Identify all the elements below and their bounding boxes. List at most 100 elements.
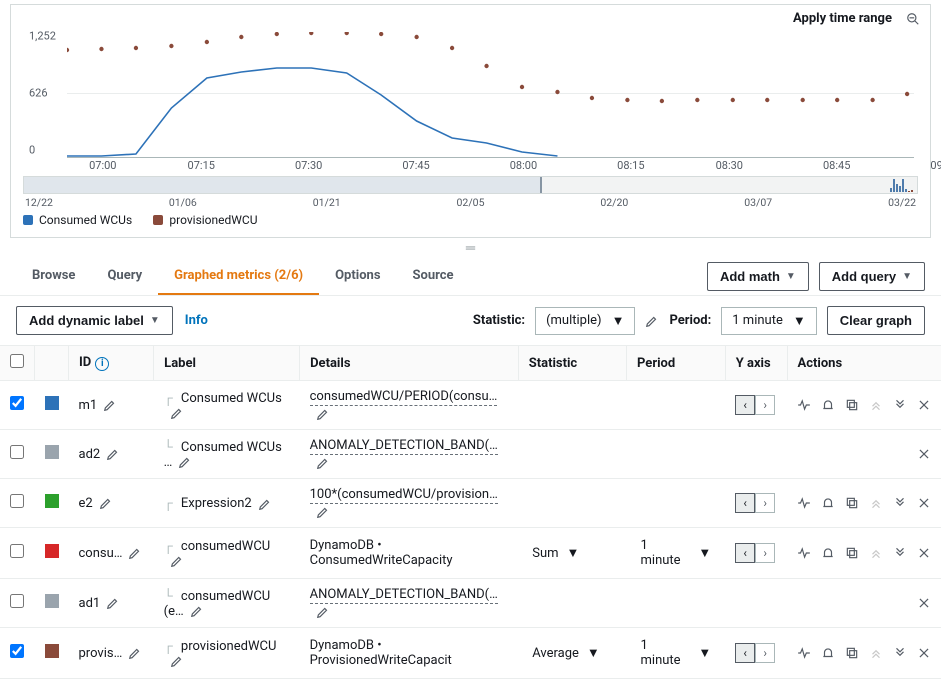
tree-branch-icon: ┌	[164, 390, 178, 406]
edit-label-icon[interactable]	[170, 406, 184, 421]
time-navigator-selection[interactable]	[24, 177, 542, 193]
edit-label-icon[interactable]	[178, 455, 192, 470]
row-checkbox[interactable]	[10, 396, 24, 410]
y-axis-right-button[interactable]: ›	[755, 493, 775, 513]
tree-branch-icon: └	[164, 588, 178, 604]
apply-time-range-link[interactable]: Apply time range	[793, 11, 892, 26]
controls-row: Add dynamic label▼ Info Statistic: (mult…	[0, 296, 941, 346]
remove-icon[interactable]	[917, 496, 931, 511]
info-link[interactable]: Info	[185, 313, 208, 328]
move-up-icon[interactable]	[869, 546, 883, 561]
row-actions	[797, 546, 931, 561]
legend-item[interactable]: Consumed WCUs	[23, 213, 132, 227]
row-checkbox[interactable]	[10, 445, 24, 459]
row-checkbox[interactable]	[10, 544, 24, 558]
duplicate-icon[interactable]	[845, 546, 859, 561]
move-down-icon[interactable]	[893, 398, 907, 413]
move-down-icon[interactable]	[893, 546, 907, 561]
alarm-icon[interactable]	[821, 646, 835, 661]
main-chart[interactable]: 1,252 626 0 07:00 07:15 07:30 07:45 08:0…	[23, 28, 918, 158]
y-tick: 0	[29, 144, 35, 157]
alarm-icon[interactable]	[821, 496, 835, 511]
remove-icon[interactable]	[917, 646, 931, 661]
tab-options[interactable]: Options	[319, 258, 396, 295]
y-axis-right-button[interactable]: ›	[755, 643, 775, 663]
statistic-select[interactable]: Average▼	[528, 643, 604, 663]
clear-graph-button[interactable]: Clear graph	[827, 306, 925, 335]
duplicate-icon[interactable]	[845, 398, 859, 413]
zoom-out-icon[interactable]	[906, 11, 920, 26]
y-axis-left-button[interactable]: ‹	[735, 493, 755, 513]
col-yaxis: Y axis	[725, 346, 787, 381]
series-color-swatch[interactable]	[45, 594, 59, 608]
edit-details-icon[interactable]	[316, 406, 330, 421]
tab-query[interactable]: Query	[91, 258, 158, 295]
info-icon[interactable]: i	[95, 357, 109, 371]
remove-icon[interactable]	[917, 447, 931, 462]
tab-browse[interactable]: Browse	[16, 258, 91, 295]
row-checkbox[interactable]	[10, 594, 24, 608]
metric-details: DynamoDB • ConsumedWriteCapacity	[310, 538, 453, 568]
series-color-swatch[interactable]	[45, 445, 59, 459]
series-color-swatch[interactable]	[45, 494, 59, 508]
edit-id-icon[interactable]	[128, 546, 142, 561]
statistic-select[interactable]: (multiple)▼	[535, 307, 635, 335]
y-axis-right-button[interactable]: ›	[755, 543, 775, 563]
row-checkbox[interactable]	[10, 644, 24, 658]
remove-icon[interactable]	[917, 546, 931, 561]
add-math-button[interactable]: Add math▼	[707, 262, 809, 291]
move-up-icon[interactable]	[869, 646, 883, 661]
tab-source[interactable]: Source	[397, 258, 470, 295]
edit-details-icon[interactable]	[316, 604, 330, 619]
series-color-swatch[interactable]	[45, 544, 59, 558]
tree-branch-icon: ┌	[164, 638, 178, 654]
edit-label-icon[interactable]	[258, 496, 272, 511]
remove-icon[interactable]	[917, 398, 931, 413]
add-dynamic-label-button[interactable]: Add dynamic label▼	[16, 306, 173, 335]
y-axis-left-button[interactable]: ‹	[735, 643, 755, 663]
series-color-swatch[interactable]	[45, 644, 59, 658]
duplicate-icon[interactable]	[845, 646, 859, 661]
anomaly-icon[interactable]	[797, 646, 811, 661]
col-id: ID	[79, 355, 91, 370]
alarm-icon[interactable]	[821, 398, 835, 413]
anomaly-icon[interactable]	[797, 546, 811, 561]
move-up-icon[interactable]	[869, 398, 883, 413]
edit-id-icon[interactable]	[106, 447, 120, 462]
edit-details-icon[interactable]	[316, 455, 330, 470]
resize-handle[interactable]: ═	[0, 238, 941, 258]
y-axis-left-button[interactable]: ‹	[735, 395, 755, 415]
series-color-swatch[interactable]	[45, 396, 59, 410]
anomaly-icon[interactable]	[797, 496, 811, 511]
edit-statistic-icon[interactable]	[645, 313, 659, 328]
period-select[interactable]: 1 minute▼	[637, 636, 716, 670]
edit-id-icon[interactable]	[103, 398, 117, 413]
edit-label-icon[interactable]	[170, 654, 184, 669]
period-select[interactable]: 1 minute▼	[637, 536, 716, 570]
duplicate-icon[interactable]	[845, 496, 859, 511]
anomaly-icon[interactable]	[797, 398, 811, 413]
add-query-button[interactable]: Add query▼	[819, 262, 925, 291]
edit-id-icon[interactable]	[99, 496, 113, 511]
move-down-icon[interactable]	[893, 646, 907, 661]
alarm-icon[interactable]	[821, 546, 835, 561]
y-axis-right-button[interactable]: ›	[755, 395, 775, 415]
remove-icon[interactable]	[917, 596, 931, 611]
edit-id-icon[interactable]	[106, 596, 120, 611]
row-checkbox[interactable]	[10, 494, 24, 508]
tab-graphed-metrics[interactable]: Graphed metrics (2/6)	[158, 258, 319, 295]
statistic-select[interactable]: Sum▼	[528, 543, 583, 563]
move-up-icon[interactable]	[869, 496, 883, 511]
edit-details-icon[interactable]	[316, 504, 330, 519]
move-down-icon[interactable]	[893, 496, 907, 511]
tree-branch-icon: ┌	[164, 495, 178, 511]
time-navigator[interactable]	[23, 176, 918, 194]
legend-item[interactable]: provisionedWCU	[153, 213, 257, 227]
y-axis-left-button[interactable]: ‹	[735, 543, 755, 563]
col-details: Details	[300, 346, 519, 381]
select-all-checkbox[interactable]	[10, 354, 24, 368]
edit-id-icon[interactable]	[128, 646, 142, 661]
edit-label-icon[interactable]	[170, 554, 184, 569]
edit-label-icon[interactable]	[190, 604, 204, 619]
period-select[interactable]: 1 minute▼	[721, 307, 816, 335]
